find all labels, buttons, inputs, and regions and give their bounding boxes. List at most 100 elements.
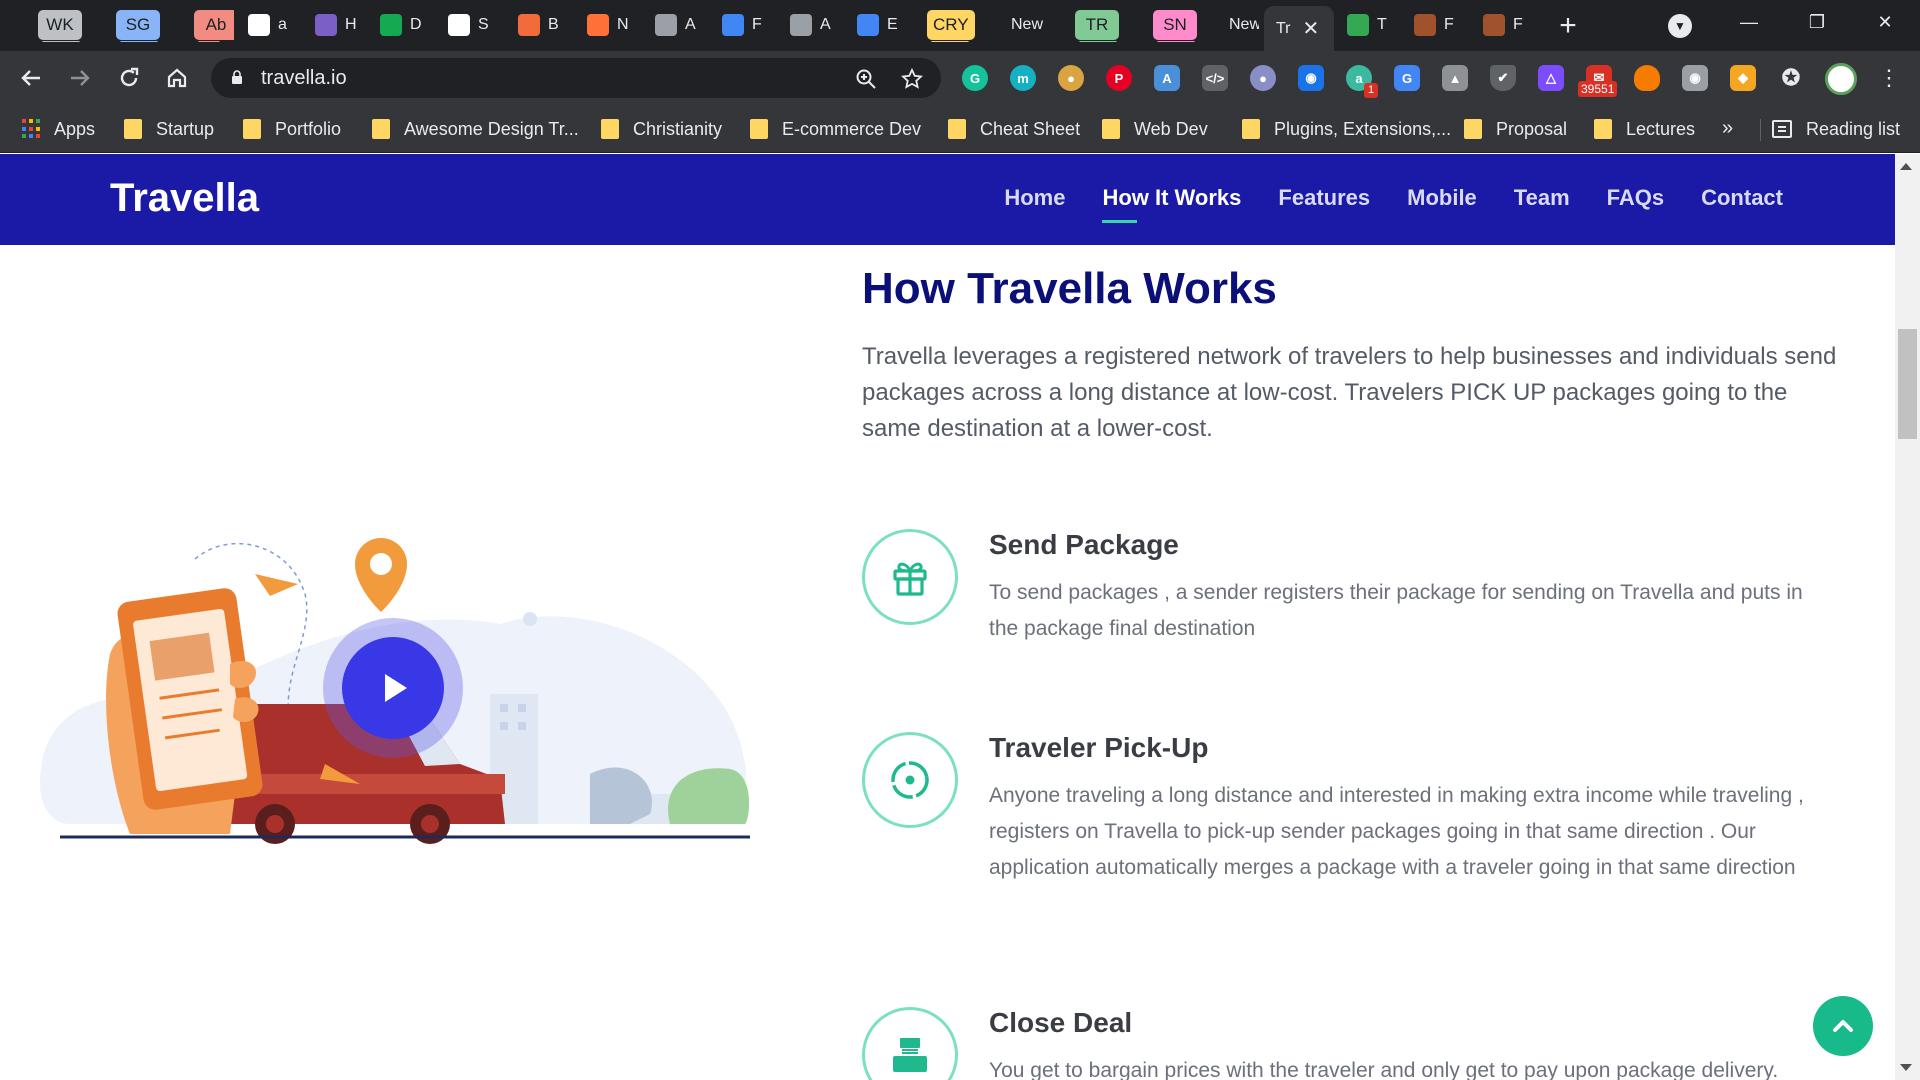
more-bookmarks-button[interactable]: »: [1722, 117, 1733, 140]
browser-tab[interactable]: H: [305, 8, 367, 42]
color-picker-icon[interactable]: ▲: [1442, 65, 1468, 91]
browser-tab[interactable]: New: [993, 8, 1051, 42]
triangle-extension-icon[interactable]: △: [1538, 65, 1564, 91]
dropper-extension-icon[interactable]: [1634, 65, 1660, 91]
nav-link-faqs[interactable]: FAQs: [1607, 185, 1664, 211]
step-title: Traveler Pick-Up: [989, 732, 1209, 763]
browser-tab[interactable]: Ab: [184, 8, 234, 42]
bookmark-folder[interactable]: Portfolio: [243, 115, 341, 143]
browser-menu-icon[interactable]: ⋮: [1877, 67, 1901, 91]
google-translate-icon[interactable]: G: [1394, 65, 1420, 91]
bookmark-label: Awesome Design Tr...: [404, 118, 579, 139]
home-button[interactable]: [158, 59, 196, 97]
browser-tab[interactable]: E: [847, 8, 909, 42]
tab-active[interactable]: Tr ✕: [1264, 6, 1334, 51]
tab-group-label[interactable]: SG: [116, 10, 160, 40]
pinterest-icon[interactable]: P: [1106, 65, 1132, 91]
close-tab-icon[interactable]: ✕: [1303, 16, 1320, 41]
browser-tab[interactable]: A: [780, 8, 842, 42]
bookmark-star-button[interactable]: [899, 66, 925, 92]
tab-search-button[interactable]: ▼: [1668, 14, 1692, 38]
zoom-button[interactable]: [853, 66, 879, 92]
puzzle-icon[interactable]: ✪: [1778, 65, 1804, 91]
metamask-icon[interactable]: ◆: [1730, 65, 1756, 91]
tab-group-label[interactable]: TR: [1075, 10, 1119, 40]
restore-button[interactable]: ❐: [1794, 6, 1840, 38]
step-icon-circle: [862, 732, 958, 828]
bookmark-folder[interactable]: Startup: [124, 115, 214, 143]
bookmark-folder[interactable]: E-commerce Dev: [750, 115, 921, 143]
nav-link-team[interactable]: Team: [1514, 185, 1570, 211]
nav-link-contact[interactable]: Contact: [1701, 185, 1783, 211]
folder-icon: [1102, 119, 1120, 139]
scroll-down-arrow[interactable]: [1900, 1064, 1912, 1071]
nav-link-features[interactable]: Features: [1278, 185, 1370, 211]
browser-tab[interactable]: B: [508, 8, 570, 42]
play-video-button[interactable]: [323, 618, 463, 758]
code-extension-icon[interactable]: </>: [1202, 65, 1228, 91]
tab-strip: WK SG Ab a H D S B N A F A E CRY New TR SN New Tr ✕ T F F + ▼ …: [0, 0, 1920, 51]
browser-tab[interactable]: TR: [1065, 8, 1131, 42]
grammarly-icon[interactable]: G: [962, 65, 988, 91]
browser-tab[interactable]: WK: [28, 8, 94, 42]
browser-tab[interactable]: a: [238, 8, 300, 42]
tab-group-label[interactable]: SN: [1153, 10, 1197, 40]
profile-avatar[interactable]: [1825, 63, 1857, 95]
location-extension-icon[interactable]: ◉: [1298, 65, 1324, 91]
bookmark-folder[interactable]: Web Dev: [1102, 115, 1208, 143]
browser-tab[interactable]: F: [712, 8, 774, 42]
record-extension-icon[interactable]: ●: [1250, 65, 1276, 91]
back-to-top-button[interactable]: [1813, 996, 1873, 1056]
bookmark-folder[interactable]: Christianity: [601, 115, 722, 143]
forward-button[interactable]: [61, 59, 99, 97]
browser-tab[interactable]: F: [1404, 8, 1466, 42]
browser-tab[interactable]: S: [438, 8, 500, 42]
site-logo[interactable]: Travella: [110, 176, 259, 221]
reading-list-button[interactable]: Reading list: [1772, 115, 1900, 143]
browser-tab[interactable]: New: [1211, 8, 1259, 42]
scroll-thumb[interactable]: [1898, 329, 1917, 439]
nav-link-home[interactable]: Home: [1004, 185, 1065, 211]
address-bar[interactable]: travella.io: [211, 58, 941, 98]
browser-tab[interactable]: SN: [1143, 8, 1209, 42]
tab-group-underline: [1157, 41, 1195, 42]
tab-title: F: [752, 16, 762, 33]
tab-group-label[interactable]: WK: [38, 10, 82, 40]
minimize-button[interactable]: —: [1726, 6, 1772, 38]
browser-tab[interactable]: CRY: [917, 8, 983, 42]
bookmark-folder[interactable]: Proposal: [1464, 115, 1567, 143]
new-tab-button[interactable]: +: [1550, 8, 1586, 44]
step-description: You get to bargain prices with the trave…: [989, 1059, 1779, 1080]
tab-group-label[interactable]: CRY: [927, 10, 975, 40]
browser-tab[interactable]: SG: [106, 8, 172, 42]
bookmark-folder[interactable]: Cheat Sheet: [948, 115, 1080, 143]
font-extension-icon[interactable]: A: [1154, 65, 1180, 91]
bookmark-folder[interactable]: Lectures: [1594, 115, 1695, 143]
browser-tab[interactable]: N: [577, 8, 639, 42]
folder-icon: [1464, 119, 1482, 139]
camera-icon[interactable]: ◉: [1682, 65, 1708, 91]
browser-tab[interactable]: A: [645, 8, 707, 42]
browser-tab[interactable]: T: [1337, 8, 1399, 42]
apps-shortcut[interactable]: Apps: [22, 115, 95, 143]
browser-tab[interactable]: F: [1473, 8, 1535, 42]
shield-icon[interactable]: ✔: [1490, 65, 1516, 91]
tab-title: A: [685, 16, 696, 33]
mate-icon[interactable]: m: [1010, 65, 1036, 91]
step-description: Anyone traveling a long distance and int…: [989, 784, 1804, 879]
browser-tab[interactable]: D: [370, 8, 432, 42]
reload-button[interactable]: [110, 59, 148, 97]
page-scrollbar[interactable]: [1895, 154, 1920, 1080]
nav-link-mobile[interactable]: Mobile: [1407, 185, 1477, 211]
bookmark-folder[interactable]: Awesome Design Tr...: [372, 115, 579, 143]
folder-icon: [372, 119, 390, 139]
nav-link-how-it-works[interactable]: How It Works: [1102, 185, 1241, 223]
close-window-button[interactable]: ✕: [1862, 6, 1908, 38]
tab-title: A: [820, 16, 831, 33]
cookie-icon[interactable]: ●: [1058, 65, 1084, 91]
scroll-up-arrow[interactable]: [1900, 163, 1912, 170]
bookmark-label: Lectures: [1626, 118, 1696, 139]
bookmark-folder[interactable]: Plugins, Extensions,...: [1242, 115, 1451, 143]
back-button[interactable]: [12, 59, 50, 97]
tab-group-label[interactable]: Ab: [194, 10, 234, 40]
